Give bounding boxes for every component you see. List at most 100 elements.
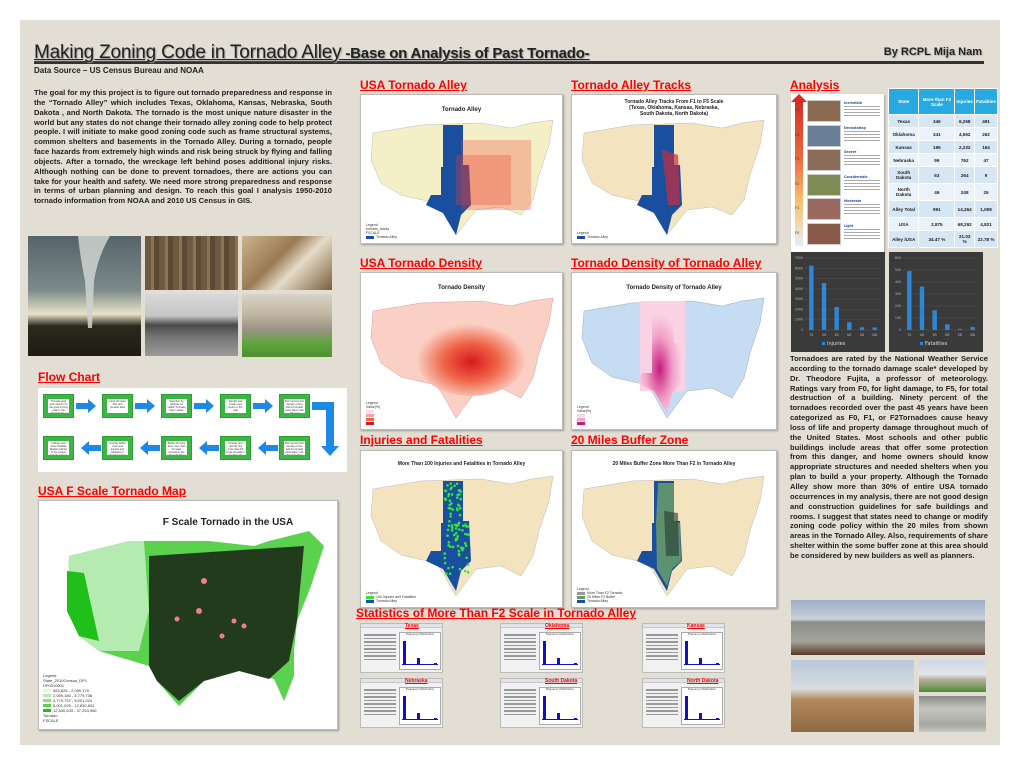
legend-class: Tornado Alley <box>366 599 416 603</box>
fujita-level-label: F0 <box>795 230 800 235</box>
fujita-scale-arrow <box>795 100 803 246</box>
poster: Making Zoning Code in Tornado Alley -Bas… <box>20 20 1000 745</box>
fujita-text-line <box>844 133 880 135</box>
arrow-right-icon <box>194 399 214 413</box>
injury-point <box>448 499 452 503</box>
injury-point <box>458 513 462 517</box>
injury-point <box>456 534 460 538</box>
fujita-description: Light <box>844 223 854 228</box>
legend-class-label: Tornado Alley <box>376 599 398 603</box>
frequency-plot: Frequency Distribution <box>539 632 581 670</box>
fujita-text-line <box>844 228 880 230</box>
fujita-text-line <box>844 106 880 107</box>
damage-photo <box>807 198 841 220</box>
fujita-text-line <box>844 139 880 141</box>
injury-point <box>461 548 464 552</box>
injury-point <box>467 533 471 537</box>
y-tick-label: 2000 <box>795 307 803 311</box>
bar-ks <box>834 307 839 330</box>
window-titlebar <box>643 624 724 628</box>
fujita-text-line <box>844 130 880 132</box>
table-cell: 991 <box>918 200 956 218</box>
statistics-window: Kansas Frequency Distribution <box>642 623 725 673</box>
damage-photo <box>807 100 841 122</box>
legend-swatch <box>920 342 923 345</box>
plot-axis <box>402 719 438 720</box>
table-cell: 9 <box>974 166 998 184</box>
table-row: South Dakota 63 264 9 <box>887 166 998 184</box>
map-title: Tornado Density <box>438 285 485 291</box>
table-cell: Nebraska <box>887 153 920 167</box>
alley-tracks-map-graphic <box>581 119 765 236</box>
injury-point <box>466 525 470 528</box>
frequency-bar <box>685 696 688 720</box>
y-tick-label: 5000 <box>795 277 803 281</box>
statistics-window: Oklahoma Frequency Distribution <box>500 623 583 673</box>
fujita-text-line <box>844 161 880 162</box>
frequency-plot: Frequency Distribution <box>539 687 581 725</box>
table-cell: 25 <box>974 183 998 201</box>
table-cell: 164 <box>974 140 998 154</box>
x-tick-label: NE <box>945 333 949 337</box>
table-header-cell: Fatalities <box>974 88 998 115</box>
fujita-description: Devastating <box>844 125 866 130</box>
table-cell: 4,562 <box>954 127 976 141</box>
tornado-funnel-photo <box>28 236 141 356</box>
state-label: Nebraska <box>405 678 428 684</box>
injuries-bar-chart: 0 1000 2000 3000 4000 5000 6000 7000 TX OK KS NE SD N… <box>795 256 881 347</box>
x-tick-label: ND <box>970 333 975 337</box>
fujita-scale-chart: F5 Incredible F4 Devastating F3 Severe F2 Consi… <box>791 94 884 252</box>
injury-point <box>449 512 453 516</box>
injury-point <box>443 561 447 565</box>
table-cell: Texas <box>887 114 920 128</box>
injury-point <box>449 545 452 549</box>
window-titlebar <box>361 679 442 683</box>
y-tick-label: 6000 <box>795 266 803 270</box>
table-cell: 346 <box>918 114 956 128</box>
state-label: Oklahoma <box>545 623 570 629</box>
fujita-text-line <box>844 164 880 165</box>
injury-point <box>446 484 449 487</box>
injury-point <box>457 552 461 556</box>
fujita-text-line <box>844 182 880 184</box>
injury-point <box>444 489 448 493</box>
plot-title: Frequency Distribution <box>687 688 717 691</box>
y-tick-label: 100 <box>895 316 901 320</box>
table-cell: 63 <box>918 166 956 184</box>
fujita-text-line <box>844 155 880 156</box>
plot-axis <box>402 664 438 665</box>
plot-title: Frequency Distribution <box>405 688 435 691</box>
statistics-heading: Statistics of More Than F2 Scale in Torn… <box>356 606 637 620</box>
alley-density-legend: Legend Value(%) <box>577 405 591 425</box>
frequency-bar <box>403 641 406 665</box>
frequency-bar <box>543 696 546 720</box>
fujita-text-line <box>844 136 880 138</box>
table-body: Texas 346 6,268 491 Oklahoma 341 4,562 262 Kansa… <box>887 114 998 248</box>
usa-density-map-graphic <box>370 297 554 419</box>
buffer-map-graphic <box>581 475 765 597</box>
buffer-heading: 20 Miles Buffer Zone <box>571 433 689 447</box>
table-cell: 14,364 <box>954 200 976 218</box>
injury-point <box>458 528 461 531</box>
usa-density-map: Tornado Density Legend Value(%) <box>360 272 563 430</box>
table-cell: 6,268 <box>954 114 976 128</box>
arrow-right-icon <box>76 399 96 413</box>
table-cell: 2,875 <box>918 217 956 231</box>
table-cell: South Dakota <box>887 166 920 184</box>
injury-point <box>458 567 462 571</box>
injury-point <box>449 487 452 491</box>
state-label: Texas <box>405 623 419 629</box>
statistics-list <box>364 687 396 725</box>
injury-point <box>447 540 451 544</box>
damage-photo <box>807 124 841 147</box>
injury-point <box>455 482 459 486</box>
alley-tracks-map: Tornado Alley Tracks From F1 to F5 Scale… <box>571 94 777 244</box>
author-byline: By RCPL Mija Nam <box>883 46 982 58</box>
bar-nd <box>872 327 877 330</box>
buffer-map: 20 Miles Buffer Zone More Than F2 in Tor… <box>571 450 777 608</box>
alley-tracks-heading: Tornado Alley Tracks <box>571 78 692 92</box>
fujita-text-line <box>844 231 880 233</box>
injuries-map: More Than 100 Injuries and Fatalities in… <box>360 450 563 608</box>
data-source: Data Source – US Census Bureau and NOAA <box>34 66 204 75</box>
usa-alley-heading: USA Tornado Alley <box>360 78 467 92</box>
